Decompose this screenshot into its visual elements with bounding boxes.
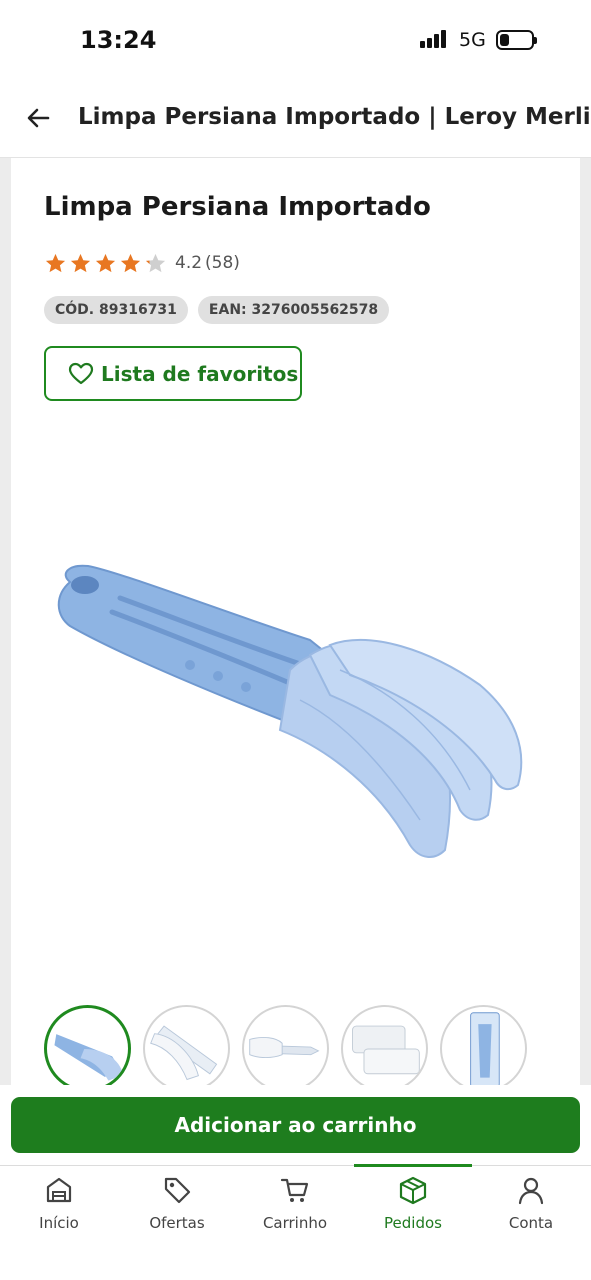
add-to-cart-bar: Adicionar ao carrinho [0, 1085, 591, 1165]
nav-item-inicio[interactable]: Início [0, 1166, 118, 1246]
nav-label-carrinho: Carrinho [262, 1214, 328, 1232]
thumb-blue-brush [54, 1034, 124, 1081]
cart-icon [280, 1178, 309, 1202]
page-title: Limpa Persiana Importado | Leroy Merlin [78, 104, 591, 130]
rating-value: 4.2 [175, 253, 203, 273]
star-icon [45, 253, 66, 272]
product-title: Limpa Persiana Importado [44, 192, 431, 222]
star-icon [145, 253, 166, 272]
product-image[interactable] [40, 560, 540, 880]
home-icon [46, 1177, 72, 1203]
nav-label-pedidos: Pedidos [384, 1214, 442, 1232]
nav-label-conta: Conta [508, 1214, 554, 1232]
box-icon [399, 1176, 427, 1205]
rating-stars [44, 252, 167, 275]
cod-badge: CÓD. 89316731 [44, 296, 188, 324]
favorites-label: Lista de favoritos [101, 361, 299, 386]
rating-count: (58) [205, 253, 240, 273]
battery-level [500, 34, 509, 46]
status-bar: 13:24 5G [0, 0, 591, 80]
star-icon [95, 253, 116, 272]
right-gutter [580, 158, 591, 1088]
star-icon [120, 253, 141, 272]
thumb-white-brush [150, 1025, 218, 1081]
star-icon [70, 253, 91, 272]
nav-label-inicio: Início [39, 1214, 79, 1232]
signal-icon [420, 30, 450, 48]
left-gutter [0, 158, 11, 1088]
add-to-cart-button[interactable]: Adicionar ao carrinho [11, 1097, 580, 1153]
arrow-left-icon [27, 108, 50, 128]
bottom-nav: Início Ofertas Carrinho Pedidos Conta [0, 1164, 591, 1280]
thumbnail-2[interactable] [143, 1005, 230, 1091]
nav-item-pedidos[interactable]: Pedidos [354, 1166, 472, 1246]
nav-item-conta[interactable]: Conta [472, 1166, 590, 1246]
network-type: 5G [459, 29, 486, 51]
user-icon [518, 1177, 544, 1205]
app-header: Limpa Persiana Importado | Leroy Merlin [0, 80, 591, 158]
thumbnail-3[interactable] [242, 1005, 329, 1091]
nav-item-ofertas[interactable]: Ofertas [118, 1166, 236, 1246]
tag-icon [164, 1177, 191, 1204]
thumbnail-5[interactable] [440, 1005, 527, 1091]
battery-icon [496, 30, 537, 50]
thumbnail-1[interactable] [44, 1005, 131, 1091]
thumb-microfiber-pads [352, 1025, 420, 1075]
thumbnail-carousel[interactable] [44, 1005, 584, 1091]
heart-icon [68, 362, 94, 384]
back-button[interactable] [22, 102, 54, 134]
thumbnail-4[interactable] [341, 1005, 428, 1091]
product-codes: CÓD. 89316731 EAN: 3276005562578 [44, 296, 390, 324]
status-time: 13:24 [80, 26, 157, 54]
nav-item-carrinho[interactable]: Carrinho [236, 1166, 354, 1246]
ean-badge: EAN: 3276005562578 [197, 296, 390, 324]
thumb-white-brush-side [249, 1036, 320, 1059]
nav-label-ofertas: Ofertas [149, 1214, 205, 1232]
favorites-button[interactable]: Lista de favoritos [44, 346, 302, 401]
product-rating[interactable]: 4.2 (58) [44, 250, 240, 276]
thumb-packaging [470, 1012, 500, 1088]
